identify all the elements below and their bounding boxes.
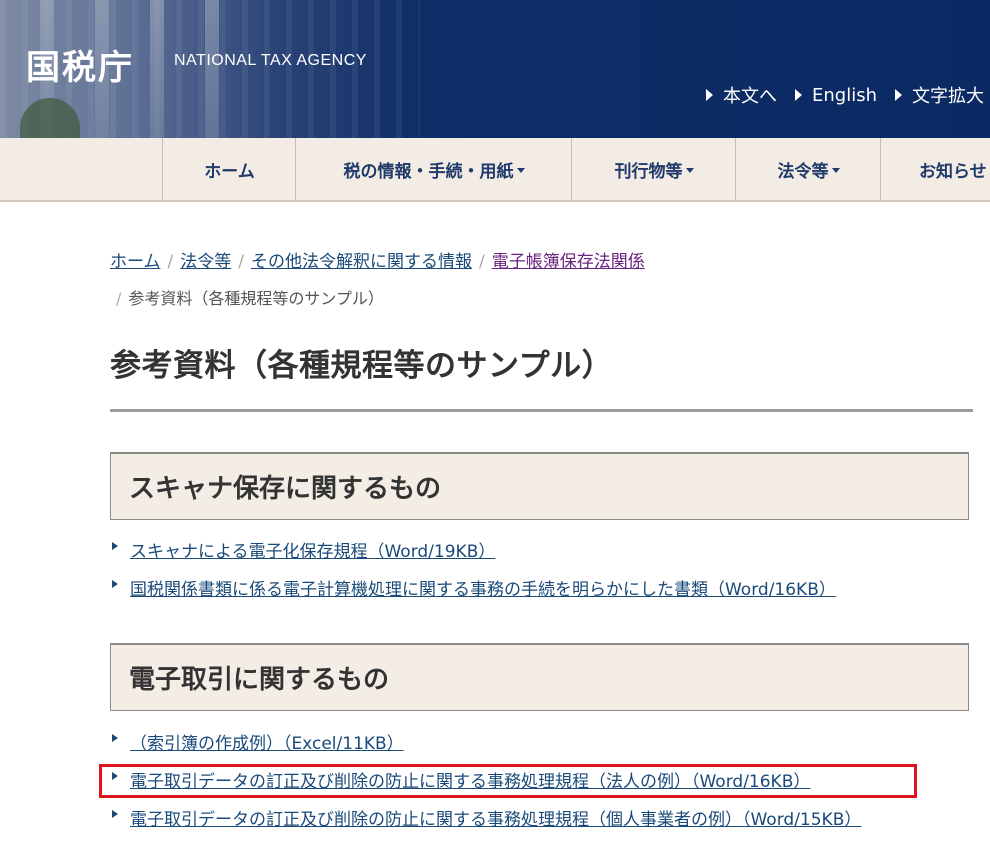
triangle-right-icon: [112, 580, 118, 588]
list-item: 国税関係書類に係る電子計算機処理に関する事務の手続を明らかにした書類（Word/…: [112, 568, 972, 606]
nav-item-laws[interactable]: 法令等: [735, 138, 881, 200]
site-logo[interactable]: 国税庁: [26, 40, 134, 89]
list-item: （索引簿の作成例）（Excel/11KB）: [112, 722, 972, 760]
nav-item-home[interactable]: ホーム: [162, 138, 296, 200]
triangle-right-icon: [895, 89, 902, 101]
breadcrumb-electronic-books[interactable]: 電子帳簿保存法関係: [492, 252, 645, 272]
list-item: 電子取引データの訂正及び削除の防止に関する事務処理規程（法人の例）（Word/1…: [112, 760, 972, 798]
scanner-link-list: スキャナによる電子化保存規程（Word/19KB） 国税関係書類に係る電子計算機…: [112, 530, 972, 606]
section-heading-scanner: スキャナ保存に関するもの: [110, 452, 969, 520]
chevron-down-icon: [831, 167, 840, 173]
triangle-right-icon: [112, 542, 118, 550]
skip-to-content-link[interactable]: 本文へ: [706, 82, 777, 108]
breadcrumb-other-interpretations[interactable]: その他法令解釈に関する情報: [251, 252, 472, 272]
computer-processing-procedure-link[interactable]: 国税関係書類に係る電子計算機処理に関する事務の手続を明らかにした書類（Word/…: [130, 575, 836, 600]
section-heading-electronic-transactions: 電子取引に関するもの: [110, 643, 969, 711]
chevron-down-icon: [516, 167, 525, 173]
corporate-regulation-link[interactable]: 電子取引データの訂正及び削除の防止に関する事務処理規程（法人の例）（Word/1…: [130, 767, 810, 792]
site-header: 国税庁 NATIONAL TAX AGENCY 本文へ English 文字拡大: [0, 0, 990, 138]
breadcrumb: ホーム / 法令等 / その他法令解釈に関する情報 / 電子帳簿保存法関係 / 参考資料（各種…: [110, 252, 645, 308]
utility-links: 本文へ English 文字拡大: [706, 82, 984, 108]
index-book-example-link[interactable]: （索引簿の作成例）（Excel/11KB）: [130, 729, 404, 754]
site-logo-subtitle: NATIONAL TAX AGENCY: [174, 52, 367, 69]
page-title: 参考資料（各種規程等のサンプル）: [110, 348, 614, 384]
nav-item-tax-info[interactable]: 税の情報・手続・用紙: [295, 138, 572, 200]
chevron-down-icon: [685, 167, 694, 173]
sole-proprietor-regulation-link[interactable]: 電子取引データの訂正及び削除の防止に関する事務処理規程（個人事業者の例）（Wor…: [130, 805, 861, 830]
text-enlarge-link[interactable]: 文字拡大: [895, 82, 984, 108]
breadcrumb-home[interactable]: ホーム: [110, 252, 161, 272]
list-item: スキャナによる電子化保存規程（Word/19KB）: [112, 530, 972, 568]
english-link[interactable]: English: [795, 82, 877, 108]
triangle-right-icon: [112, 734, 118, 742]
breadcrumb-current: 参考資料（各種規程等のサンプル）: [128, 289, 384, 308]
triangle-right-icon: [706, 89, 713, 101]
global-nav: ホーム 税の情報・手続・用紙 刊行物等 法令等 お知らせ: [0, 138, 990, 202]
list-item: 電子取引データの訂正及び削除の防止に関する事務処理規程（個人事業者の例）（Wor…: [112, 798, 972, 836]
nav-item-news[interactable]: お知らせ: [880, 138, 990, 200]
electronic-transactions-link-list: （索引簿の作成例）（Excel/11KB） 電子取引データの訂正及び削除の防止に…: [112, 722, 972, 836]
breadcrumb-laws[interactable]: 法令等: [180, 252, 231, 272]
scanner-regulation-link[interactable]: スキャナによる電子化保存規程（Word/19KB）: [130, 537, 495, 562]
triangle-right-icon: [795, 89, 802, 101]
nav-item-publications[interactable]: 刊行物等: [571, 138, 736, 200]
triangle-right-icon: [112, 772, 118, 780]
triangle-right-icon: [112, 810, 118, 818]
title-divider: [110, 409, 973, 412]
